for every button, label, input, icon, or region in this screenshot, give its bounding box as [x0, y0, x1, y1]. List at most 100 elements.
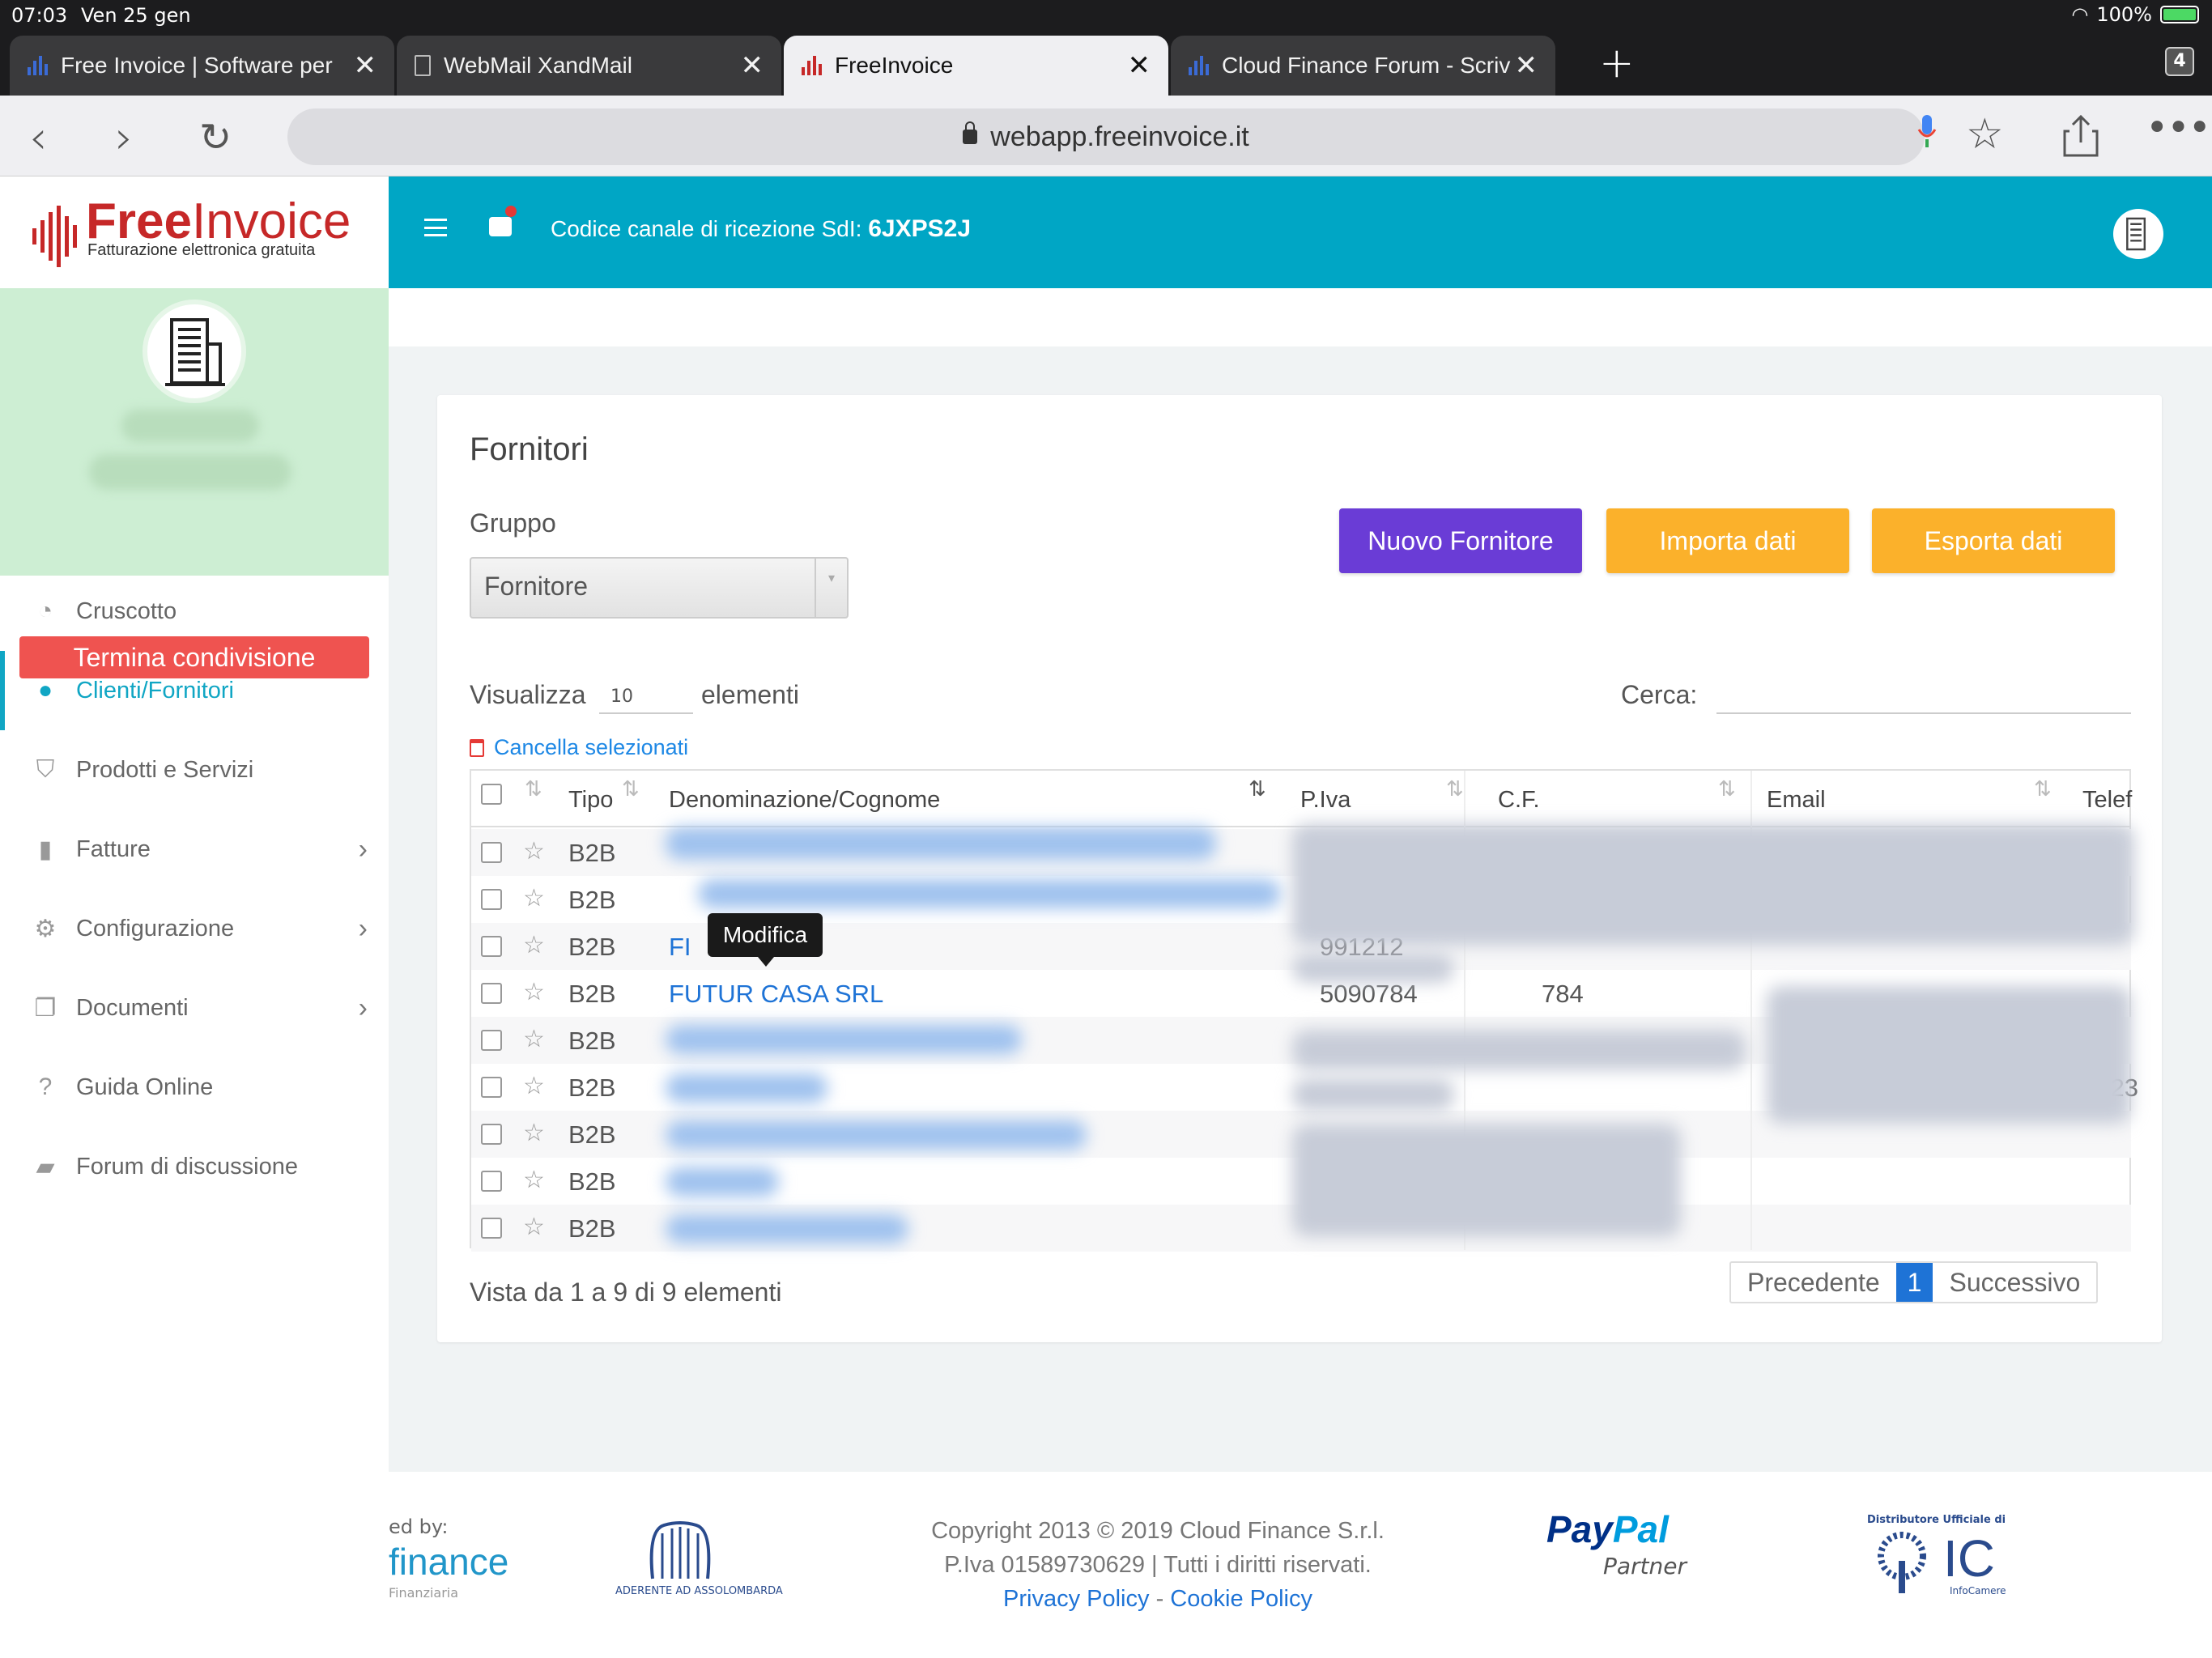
sidebar-item-documenti[interactable]: ❐ Documenti ›: [0, 968, 389, 1048]
page-length-select[interactable]: 10: [599, 677, 693, 714]
share-icon[interactable]: [2061, 113, 2100, 159]
tab-count-button[interactable]: 4: [2165, 47, 2194, 76]
table-info: Vista da 1 a 9 di 9 elementi: [470, 1278, 782, 1307]
next-page-button[interactable]: Successivo: [1933, 1263, 2096, 1302]
brand-logo[interactable]: FreeInvoice Fatturazione elettronica gra…: [0, 176, 389, 288]
fornitori-card: Fornitori Gruppo Fornitore ▾ Nuovo Forni…: [437, 395, 2162, 1342]
row-checkbox[interactable]: [481, 1077, 502, 1098]
privacy-policy-link[interactable]: Privacy Policy: [1003, 1586, 1150, 1612]
close-icon[interactable]: ✕: [354, 49, 377, 82]
forward-icon[interactable]: ›: [115, 112, 133, 164]
sidebar-item-forum[interactable]: ▰ Forum di discussione: [0, 1127, 389, 1206]
tab-webmail[interactable]: WebMail XandMail ✕: [397, 36, 781, 96]
row-checkbox[interactable]: [481, 1218, 502, 1239]
close-icon[interactable]: ✕: [1515, 49, 1538, 82]
sort-icon[interactable]: ⇅: [1249, 777, 1266, 801]
pagination: Precedente 1 Successivo: [1729, 1261, 2099, 1303]
cookie-policy-link[interactable]: Cookie Policy: [1170, 1586, 1312, 1612]
header-avatar[interactable]: [2113, 209, 2163, 259]
star-icon[interactable]: ☆: [523, 1119, 545, 1147]
sidebar-item-guida-online[interactable]: ? Guida Online: [0, 1048, 389, 1127]
brand-tagline: Fatturazione elettronica gratuita: [87, 241, 316, 259]
star-icon[interactable]: ☆: [523, 884, 545, 912]
nuovo-fornitore-button[interactable]: Nuovo Fornitore: [1339, 508, 1582, 573]
battery-icon: [2160, 6, 2199, 23]
page-1-button[interactable]: 1: [1895, 1263, 1933, 1302]
group-select[interactable]: Fornitore ▾: [470, 557, 849, 619]
sidebar-item-configurazione[interactable]: ⚙ Configurazione ›: [0, 889, 389, 968]
star-icon[interactable]: ☆: [523, 1166, 545, 1194]
infocamere-sub: InfoCamere: [1950, 1585, 2006, 1596]
powered-by-label: ed by:: [389, 1516, 449, 1538]
sidebar-item-fatture[interactable]: ▮ Fatture ›: [0, 810, 389, 889]
col-telefono[interactable]: Telef: [2082, 787, 2132, 814]
sort-icon[interactable]: ⇅: [1446, 777, 1464, 801]
esporta-dati-button[interactable]: Esporta dati: [1872, 508, 2115, 573]
row-checkbox[interactable]: [481, 1124, 502, 1145]
avatar[interactable]: [143, 300, 246, 403]
sort-icon[interactable]: ⇅: [2034, 777, 2052, 801]
new-tab-icon[interactable]: +: [1599, 39, 1635, 87]
building-icon: [2126, 217, 2146, 251]
more-icon[interactable]: •••: [2146, 105, 2211, 151]
search-label: Cerca:: [1621, 680, 1698, 709]
star-icon[interactable]: ☆: [523, 837, 545, 865]
cloud-finance-logo[interactable]: finance: [389, 1540, 508, 1584]
row-checkbox[interactable]: [481, 936, 502, 957]
star-icon[interactable]: ☆: [523, 931, 545, 959]
col-email[interactable]: Email: [1767, 787, 1826, 814]
importa-dati-button[interactable]: Importa dati: [1606, 508, 1849, 573]
hamburger-menu-icon[interactable]: [424, 219, 447, 236]
status-bar: 07:03 Ven 25 gen ◠ 100%: [0, 0, 2212, 32]
row-checkbox[interactable]: [481, 1171, 502, 1192]
document-icon: [415, 55, 431, 76]
sort-icon[interactable]: ⇅: [1718, 777, 1736, 801]
star-icon[interactable]: ☆: [523, 978, 545, 1006]
bookmark-star-icon[interactable]: ☆: [1966, 110, 2004, 159]
sidebar-item-cruscotto[interactable]: ◔ Cruscotto: [0, 572, 389, 651]
row-checkbox[interactable]: [481, 1030, 502, 1051]
chevron-right-icon: ›: [358, 912, 368, 944]
cancella-selezionati-link[interactable]: Cancella selezionati: [470, 735, 688, 760]
redacted-company: [89, 454, 291, 490]
search-input[interactable]: [1716, 677, 2131, 714]
redacted-data: [1292, 824, 2134, 946]
sidebar-item-prodotti-servizi[interactable]: ⛉ Prodotti e Servizi: [0, 730, 389, 810]
star-icon[interactable]: ☆: [523, 1072, 545, 1100]
infocamere-logo: IC: [1943, 1529, 1995, 1588]
tab-cloud-finance[interactable]: Cloud Finance Forum - Scriv ✕: [1171, 36, 1555, 96]
sort-icon[interactable]: ⇅: [525, 777, 542, 801]
address-bar[interactable]: webapp.freeinvoice.it: [287, 108, 1925, 165]
cell-denominazione[interactable]: FI: [669, 933, 691, 962]
col-cf[interactable]: C.F.: [1498, 787, 1540, 814]
microphone-icon[interactable]: [1917, 113, 1937, 149]
prev-page-button[interactable]: Precedente: [1731, 1263, 1896, 1302]
star-icon[interactable]: ☆: [523, 1025, 545, 1053]
row-checkbox[interactable]: [481, 889, 502, 910]
reload-icon[interactable]: ↻: [199, 115, 232, 160]
tab-free-invoice[interactable]: Free Invoice | Software per ✕: [10, 36, 394, 96]
col-denominazione[interactable]: Denominazione/Cognome: [669, 787, 940, 814]
row-checkbox[interactable]: [481, 842, 502, 863]
row-checkbox[interactable]: [481, 983, 502, 1004]
sidebar-item-clienti-fornitori[interactable]: ● Clienti/Fornitori: [0, 651, 389, 730]
back-icon[interactable]: ‹: [29, 112, 47, 164]
close-icon[interactable]: ✕: [741, 49, 764, 82]
browser-tab-bar: Free Invoice | Software per ✕ WebMail Xa…: [0, 32, 2212, 96]
star-icon[interactable]: ☆: [523, 1213, 545, 1241]
cell-denominazione[interactable]: FUTUR CASA SRL: [669, 980, 883, 1009]
tab-title: WebMail XandMail: [444, 53, 632, 78]
sort-icon[interactable]: ⇅: [622, 777, 640, 801]
paypal-partner-text: Partner: [1603, 1553, 1687, 1579]
cell-tipo: B2B: [568, 1120, 616, 1149]
col-piva[interactable]: P.Iva: [1300, 787, 1351, 814]
chat-icon[interactable]: [489, 217, 512, 236]
select-all-checkbox[interactable]: [481, 784, 502, 805]
cell-tipo: B2B: [568, 933, 616, 961]
table-header: ⇅ Tipo ⇅ Denominazione/Cognome ⇅ P.Iva ⇅…: [471, 771, 2132, 827]
cell-piva: 5090784: [1320, 980, 1418, 1008]
close-icon[interactable]: ✕: [1128, 49, 1151, 82]
tab-freeinvoice[interactable]: FreeInvoice ✕: [784, 36, 1168, 96]
tab-title: Cloud Finance Forum - Scriv: [1222, 53, 1511, 78]
col-tipo[interactable]: Tipo: [568, 787, 613, 814]
